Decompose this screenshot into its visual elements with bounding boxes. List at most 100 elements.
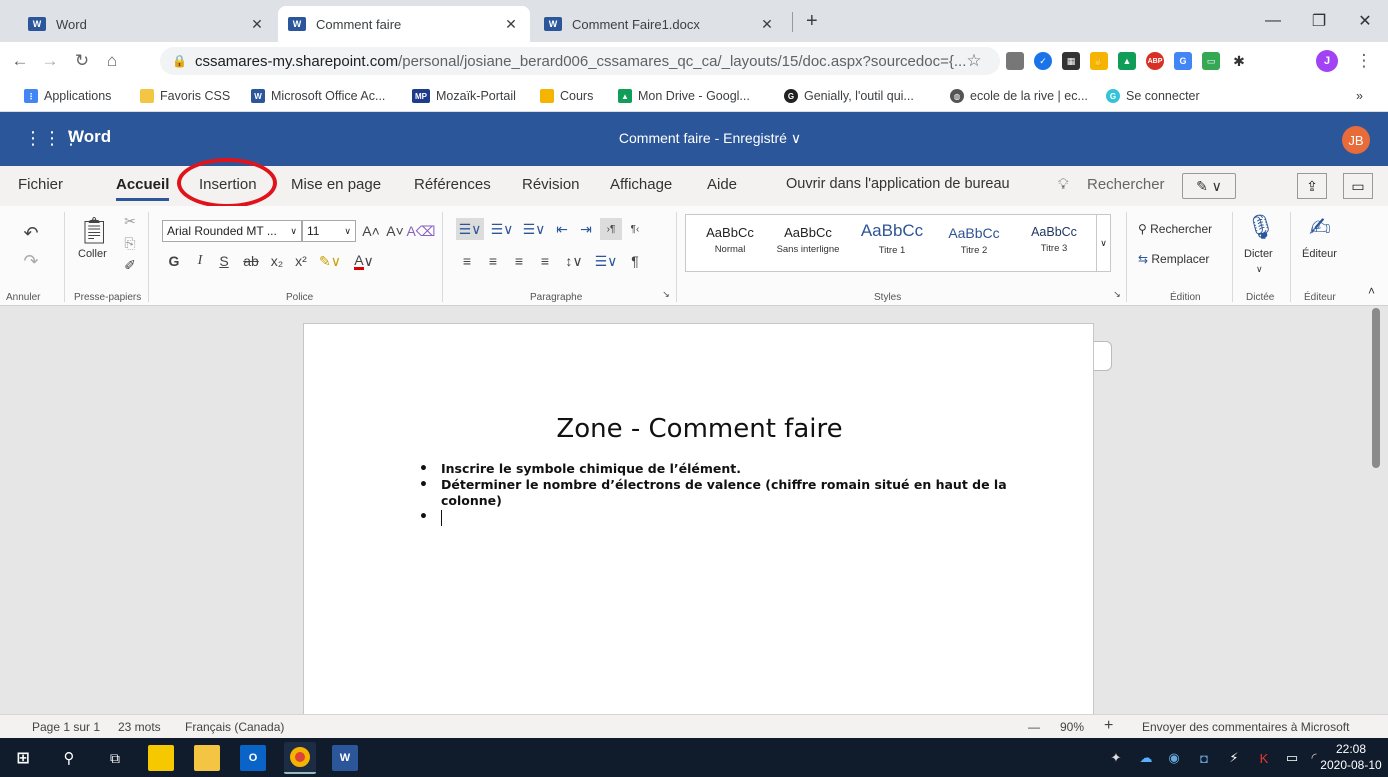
user-avatar[interactable]: JB: [1342, 126, 1370, 154]
strikethrough-icon[interactable]: ab: [240, 250, 262, 272]
bookmark-ecole[interactable]: ◍ ecole de la rive | ec...: [950, 87, 1088, 105]
browser-tab-comment-faire1[interactable]: W Comment Faire1.docx ✕: [534, 6, 786, 42]
editing-mode-button[interactable]: ✎ ∨: [1182, 173, 1236, 199]
bookmark-mozaik[interactable]: MP Mozaïk-Portail: [412, 87, 516, 105]
open-desktop-app-button[interactable]: Ouvrir dans l'application de bureau: [786, 176, 1010, 192]
grow-font-icon[interactable]: A˄: [362, 220, 380, 242]
show-marks-icon[interactable]: ¶: [626, 250, 644, 272]
styles-more-chevron-icon[interactable]: ∨: [1096, 215, 1110, 271]
document-heading[interactable]: Zone - Comment faire: [304, 414, 1095, 444]
format-painter-icon[interactable]: ✐: [121, 256, 139, 274]
extension-icon[interactable]: ▭: [1202, 52, 1220, 70]
bullets-icon[interactable]: ☰∨: [456, 218, 484, 240]
align-left-icon[interactable]: ≡: [456, 250, 478, 272]
collapse-ribbon-icon[interactable]: ˄: [1368, 284, 1375, 298]
close-icon[interactable]: ✕: [758, 16, 776, 33]
dictate-button[interactable]: Dicter: [1244, 248, 1273, 260]
document-page[interactable]: Zone - Comment faire Inscrire le symbole…: [303, 323, 1094, 743]
highlight-icon[interactable]: ✎∨: [316, 250, 344, 272]
tell-me-search[interactable]: Rechercher: [1087, 176, 1165, 193]
feedback-link[interactable]: Envoyer des commentaires à Microsoft: [1142, 720, 1349, 734]
paste-button[interactable]: Coller: [78, 248, 107, 260]
increase-indent-icon[interactable]: ⇥: [576, 218, 596, 240]
app-name[interactable]: Word: [68, 127, 111, 147]
decrease-indent-icon[interactable]: ⇤: [552, 218, 572, 240]
italic-icon[interactable]: I: [192, 250, 208, 272]
bookmark-se-connecter[interactable]: G Se connecter: [1106, 87, 1200, 105]
battery-icon[interactable]: ▭: [1282, 748, 1302, 768]
tab-revision[interactable]: Révision: [522, 176, 580, 193]
file-explorer-icon[interactable]: [194, 745, 220, 771]
multilevel-list-icon[interactable]: ☰∨: [520, 218, 548, 240]
list-item[interactable]: Inscrire le symbole chimique de l’élémen…: [419, 461, 1009, 477]
zoom-level[interactable]: 90%: [1060, 720, 1084, 734]
close-icon[interactable]: ✕: [502, 16, 520, 33]
onedrive-tray-icon[interactable]: ☁: [1136, 748, 1156, 768]
justify-icon[interactable]: ≡: [534, 250, 556, 272]
tray-app-icon[interactable]: ◘: [1194, 748, 1214, 768]
tab-references[interactable]: Références: [414, 176, 491, 193]
dialog-launcher-icon[interactable]: ↘: [660, 288, 672, 300]
list-item[interactable]: Déterminer le nombre d’électrons de vale…: [419, 477, 1009, 509]
outlook-icon[interactable]: O: [240, 745, 266, 771]
search-icon[interactable]: ⚲: [56, 745, 82, 771]
style-sans-interligne[interactable]: AaBbCc Sans interligne: [766, 215, 850, 271]
subscript-icon[interactable]: x₂: [268, 250, 286, 272]
word-taskbar-icon[interactable]: W: [332, 745, 358, 771]
browser-tab-word[interactable]: W Word ✕: [18, 6, 276, 42]
bookmark-genially[interactable]: G Genially, l'outil qui...: [784, 87, 914, 105]
browser-tab-comment-faire[interactable]: W Comment faire ✕: [278, 6, 530, 42]
menu-kebab-icon[interactable]: ⋮: [1352, 50, 1376, 72]
drive-extension-icon[interactable]: ▲: [1118, 52, 1136, 70]
tab-fichier[interactable]: Fichier: [18, 176, 63, 193]
style-titre-3[interactable]: AaBbCc Titre 3: [1018, 215, 1090, 271]
vertical-scrollbar[interactable]: [1372, 308, 1380, 468]
underline-icon[interactable]: S: [216, 250, 232, 272]
reload-icon[interactable]: ↻: [70, 50, 94, 72]
numbering-icon[interactable]: ☰∨: [488, 218, 516, 240]
address-bar[interactable]: 🔒 cssamares-my.sharepoint.com/personal/j…: [160, 47, 1000, 75]
bookmark-favoris-css[interactable]: Favoris CSS: [140, 87, 230, 105]
editor-button[interactable]: Éditeur: [1302, 248, 1337, 260]
new-tab-button[interactable]: +: [806, 10, 818, 33]
comments-icon[interactable]: ▭: [1343, 173, 1373, 199]
profile-avatar[interactable]: J: [1316, 50, 1338, 72]
replace-button[interactable]: ⇆ Remplacer: [1138, 252, 1209, 266]
bookmark-office[interactable]: W Microsoft Office Ac...: [251, 87, 385, 105]
close-icon[interactable]: ✕: [248, 16, 266, 33]
shrink-font-icon[interactable]: A˅: [386, 220, 404, 242]
extension-icon[interactable]: ✓: [1034, 52, 1052, 70]
task-view-icon[interactable]: ⧉: [102, 745, 128, 771]
window-close-icon[interactable]: ✕: [1342, 0, 1388, 42]
bookmark-mon-drive[interactable]: ▲ Mon Drive - Googl...: [618, 87, 750, 105]
back-icon[interactable]: ←: [8, 50, 32, 72]
teams-tray-icon[interactable]: ✦: [1106, 748, 1126, 768]
share-icon[interactable]: ⇪: [1297, 173, 1327, 199]
tray-app-icon[interactable]: K: [1254, 748, 1274, 768]
translate-extension-icon[interactable]: G: [1174, 52, 1192, 70]
extension-icon[interactable]: ✋: [1090, 52, 1108, 70]
bold-icon[interactable]: G: [166, 250, 182, 272]
chrome-icon[interactable]: [284, 742, 316, 774]
align-right-icon[interactable]: ≡: [508, 250, 530, 272]
style-titre-2[interactable]: AaBbCc Titre 2: [936, 215, 1012, 271]
align-center-icon[interactable]: ≡: [482, 250, 504, 272]
bookmark-cours[interactable]: Cours: [540, 87, 593, 105]
bookmark-star-icon[interactable]: ☆: [962, 50, 986, 72]
find-button[interactable]: ⚲ Rechercher: [1138, 222, 1212, 236]
list-item-empty[interactable]: [419, 509, 1009, 526]
zoom-out-button[interactable]: —: [1028, 720, 1040, 734]
extension-icon[interactable]: [1006, 52, 1024, 70]
bookmark-applications[interactable]: ⋮ Applications: [24, 87, 111, 105]
style-normal[interactable]: AaBbCc Normal: [694, 215, 766, 271]
windows-start-icon[interactable]: ⊞: [10, 745, 36, 771]
font-color-icon[interactable]: A ∨: [350, 250, 378, 272]
tab-accueil[interactable]: Accueil: [116, 176, 170, 201]
network-tray-icon[interactable]: ⚡︎: [1224, 748, 1244, 768]
restore-icon[interactable]: ❐: [1296, 0, 1342, 42]
clock[interactable]: 22:08 2020-08-10: [1320, 741, 1382, 773]
paste-icon[interactable]: 📋︎: [78, 212, 111, 248]
copy-icon[interactable]: ⎘: [121, 234, 139, 252]
clear-formatting-icon[interactable]: A⌫: [406, 220, 435, 242]
tab-aide[interactable]: Aide: [707, 176, 737, 193]
